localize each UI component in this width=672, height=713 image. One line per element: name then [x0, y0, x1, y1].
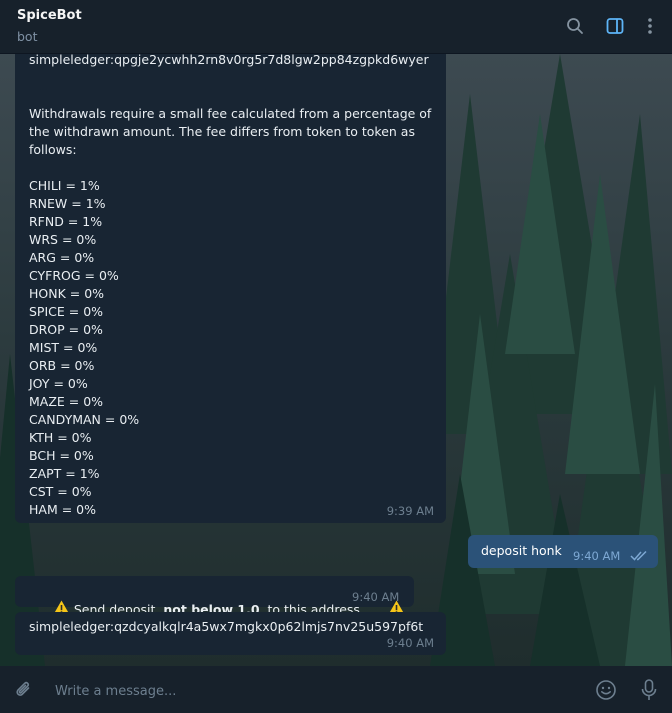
message-text: simpleledger:qzdcyalkqlr4a5wx7mgkx0p62lm… [29, 619, 424, 634]
chat-title[interactable]: SpiceBot [17, 8, 82, 23]
incoming-message[interactable]: Send deposit not below 1.0 to this addre… [15, 576, 414, 617]
message-text: simpleledger:qpgje2ycwhh2rn8v0rg5r7d8lgw… [29, 52, 432, 517]
incoming-message[interactable]: simpleledger:qzdcyalkqlr4a5wx7mgkx0p62lm… [15, 612, 446, 655]
search-icon[interactable] [563, 14, 587, 38]
attach-icon[interactable] [12, 678, 36, 702]
microphone-icon[interactable] [637, 678, 661, 702]
message-time: 9:40 AM [386, 636, 434, 650]
emoji-icon[interactable] [594, 678, 618, 702]
message-text: deposit honk [481, 543, 562, 558]
message-input[interactable] [53, 680, 577, 702]
sidebar-toggle-icon[interactable] [603, 14, 627, 38]
message-time: 9:40 AM [573, 549, 621, 563]
chat-header: SpiceBot bot [0, 0, 672, 54]
more-vertical-icon[interactable] [638, 14, 662, 38]
message-time: 9:39 AM [386, 504, 434, 518]
incoming-message[interactable]: simpleledger:qpgje2ycwhh2rn8v0rg5r7d8lgw… [15, 42, 446, 523]
read-checkmarks-icon [630, 548, 648, 566]
chat-subtitle: bot [17, 29, 38, 44]
outgoing-message[interactable]: deposit honk 9:40 AM [468, 535, 658, 568]
message-input-bar [0, 666, 672, 713]
message-time: 9:40 AM [352, 590, 400, 604]
